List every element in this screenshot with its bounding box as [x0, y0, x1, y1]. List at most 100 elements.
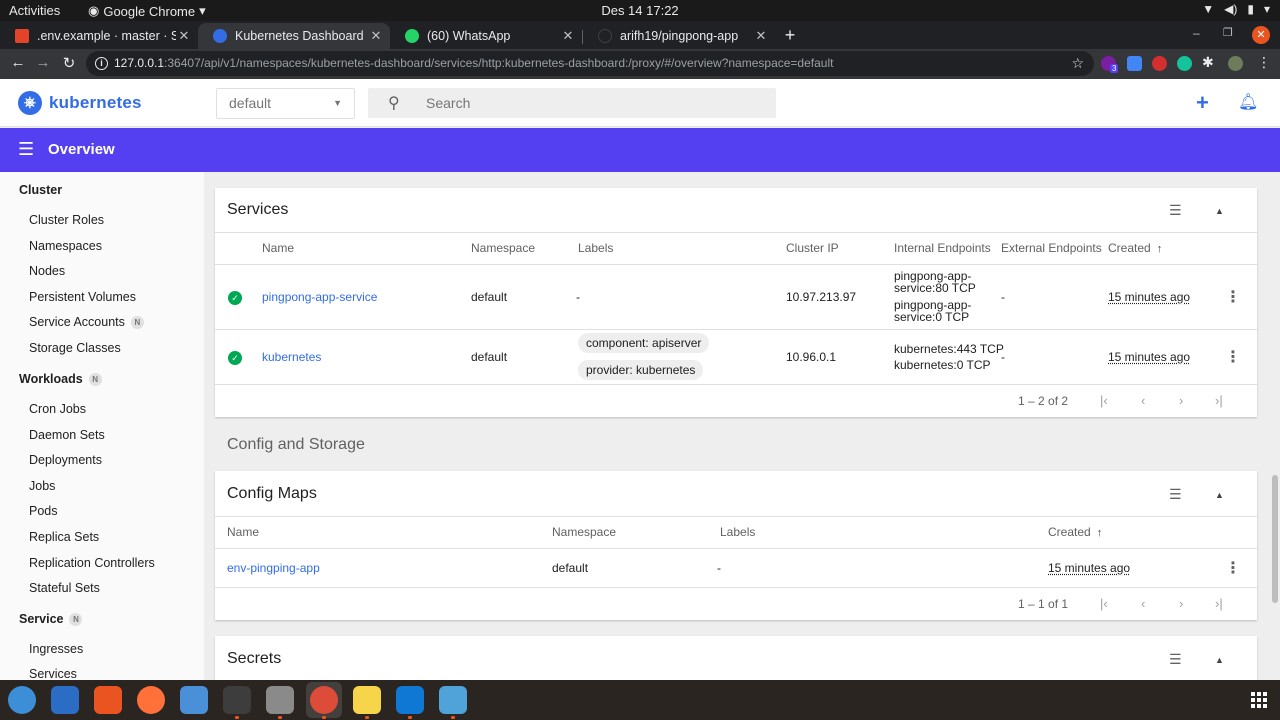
close-window-button[interactable]: ✕	[1252, 26, 1270, 44]
namespace-selector[interactable]: default ▼	[216, 88, 355, 119]
software-center-icon[interactable]	[94, 686, 122, 714]
close-tab-icon[interactable]: ✕	[176, 28, 192, 44]
site-info-icon[interactable]: i	[95, 57, 108, 70]
filter-icon[interactable]: ☰	[1169, 486, 1182, 503]
sidebar-item-services[interactable]: Services	[29, 667, 77, 680]
tab-gitlab[interactable]: .env.example · master · Sa ✕	[0, 23, 198, 49]
sidebar-item-namespaces[interactable]: Namespaces	[29, 239, 102, 253]
sidebar-section-service[interactable]: Service N	[19, 612, 83, 626]
volume-icon[interactable]: ◀)	[1224, 2, 1237, 16]
tab-kubernetes-dashboard[interactable]: Kubernetes Dashboard ✕	[198, 23, 390, 49]
first-page-icon[interactable]: |‹	[1100, 596, 1108, 611]
column-header-name[interactable]: Name	[227, 525, 259, 539]
sidebar-section-workloads[interactable]: Workloads N	[19, 372, 102, 386]
sidebar-item-jobs[interactable]: Jobs	[29, 479, 55, 493]
sidebar-item-persistent-volumes[interactable]: Persistent Volumes	[29, 290, 136, 304]
tab-github[interactable]: arifh19/pingpong-app ✕	[583, 23, 775, 49]
clock[interactable]: Des 14 17:22	[601, 3, 678, 18]
sidebar-item-cluster-roles[interactable]: Cluster Roles	[29, 213, 104, 227]
sidebar-item-stateful-sets[interactable]: Stateful Sets	[29, 581, 100, 595]
sidebar-item-cron-jobs[interactable]: Cron Jobs	[29, 402, 86, 416]
filter-icon[interactable]: ☰	[1169, 651, 1182, 668]
virtualbox-icon[interactable]	[439, 686, 467, 714]
next-page-icon[interactable]: ›	[1179, 393, 1183, 408]
create-resource-button[interactable]: +	[1196, 90, 1209, 116]
sidebar-item-nodes[interactable]: Nodes	[29, 264, 65, 278]
sidebar-section-cluster[interactable]: Cluster	[19, 183, 62, 197]
text-document-icon[interactable]	[51, 686, 79, 714]
search-input[interactable]	[426, 93, 756, 113]
tab-whatsapp[interactable]: (60) WhatsApp ✕	[390, 23, 582, 49]
row-actions-menu-icon[interactable]: ⋮	[1225, 558, 1241, 578]
bookmark-star-icon[interactable]: ☆	[1071, 51, 1084, 76]
sidebar-item-daemon-sets[interactable]: Daemon Sets	[29, 428, 105, 442]
notifications-bell-icon[interactable]: 🔔︎	[1238, 92, 1258, 112]
firefox-icon[interactable]	[137, 686, 165, 714]
files-icon[interactable]	[266, 686, 294, 714]
filter-icon[interactable]: ☰	[1169, 202, 1182, 219]
sidebar-item-storage-classes[interactable]: Storage Classes	[29, 341, 121, 355]
column-header-namespace[interactable]: Namespace	[471, 241, 535, 255]
hamburger-menu-icon[interactable]: ☰	[18, 139, 34, 160]
sidebar-item-ingresses[interactable]: Ingresses	[29, 642, 83, 656]
sidebar-item-pods[interactable]: Pods	[29, 504, 58, 518]
help-icon[interactable]	[8, 686, 36, 714]
previous-page-icon[interactable]: ‹	[1141, 393, 1145, 408]
sidebar-item-service-accounts[interactable]: Service Accounts N	[29, 315, 144, 329]
terminal-icon[interactable]	[223, 686, 251, 714]
app-menu[interactable]: ◉ Google Chrome ▾	[88, 3, 206, 19]
column-header-labels[interactable]: Labels	[720, 525, 755, 539]
text-editor-icon[interactable]	[180, 686, 208, 714]
extension-red-icon[interactable]	[1152, 56, 1167, 71]
last-page-icon[interactable]: ›|	[1215, 393, 1223, 408]
profile-avatar[interactable]	[1228, 56, 1243, 71]
close-tab-icon[interactable]: ✕	[368, 28, 384, 44]
back-arrow-icon[interactable]: ←	[8, 54, 28, 71]
column-header-cluster-ip[interactable]: Cluster IP	[786, 241, 839, 255]
column-header-namespace[interactable]: Namespace	[552, 525, 616, 539]
chrome-icon[interactable]	[310, 686, 338, 714]
row-actions-menu-icon[interactable]: ⋮	[1225, 287, 1241, 307]
config-map-name-link[interactable]: env-pingping-app	[227, 561, 320, 575]
column-header-created[interactable]: Created ↑	[1048, 525, 1102, 539]
previous-page-icon[interactable]: ‹	[1141, 596, 1145, 611]
minimize-window-icon[interactable]: –	[1193, 26, 1200, 40]
system-menu-arrow-icon[interactable]: ▾	[1264, 2, 1270, 16]
last-page-icon[interactable]: ›|	[1215, 596, 1223, 611]
address-bar[interactable]: i 127.0.0.1:36407/api/v1/namespaces/kube…	[86, 51, 1094, 76]
chrome-menu-icon[interactable]: ⋮	[1254, 54, 1274, 71]
first-page-icon[interactable]: |‹	[1100, 393, 1108, 408]
battery-icon[interactable]: ▮	[1247, 2, 1254, 16]
sidebar-item-replication-controllers[interactable]: Replication Controllers	[29, 556, 155, 570]
activities-button[interactable]: Activities	[9, 3, 60, 18]
show-applications-icon[interactable]	[1251, 692, 1267, 708]
sidebar-item-deployments[interactable]: Deployments	[29, 453, 102, 467]
column-header-name[interactable]: Name	[262, 241, 294, 255]
reload-icon[interactable]: ↻	[59, 54, 79, 72]
wifi-icon[interactable]: ▼	[1202, 2, 1214, 16]
close-tab-icon[interactable]: ✕	[560, 28, 576, 44]
service-name-link[interactable]: pingpong-app-service	[262, 290, 377, 304]
translate-extension-icon[interactable]	[1127, 56, 1142, 71]
grammarly-icon[interactable]	[1177, 56, 1192, 71]
extensions-puzzle-icon[interactable]: ✱	[1202, 54, 1217, 70]
collapse-arrow-icon[interactable]: ▲	[1215, 655, 1224, 665]
collapse-arrow-icon[interactable]: ▲	[1215, 206, 1224, 216]
page-scrollbar[interactable]	[1272, 475, 1278, 603]
next-page-icon[interactable]: ›	[1179, 596, 1183, 611]
restore-window-icon[interactable]: ❐	[1223, 26, 1233, 39]
close-tab-icon[interactable]: ✕	[753, 28, 769, 44]
collapse-arrow-icon[interactable]: ▲	[1215, 490, 1224, 500]
column-header-internal-endpoints[interactable]: Internal Endpoints	[894, 241, 991, 255]
vscode-icon[interactable]	[396, 686, 424, 714]
column-header-created[interactable]: Created ↑	[1108, 241, 1162, 255]
sticky-notes-icon[interactable]	[353, 686, 381, 714]
column-header-external-endpoints[interactable]: External Endpoints	[1001, 241, 1102, 255]
new-tab-button[interactable]: +	[781, 25, 799, 46]
sidebar-item-replica-sets[interactable]: Replica Sets	[29, 530, 99, 544]
row-actions-menu-icon[interactable]: ⋮	[1225, 347, 1241, 367]
service-name-link[interactable]: kubernetes	[262, 350, 321, 364]
forward-arrow-icon[interactable]: →	[33, 54, 53, 71]
kubernetes-logo[interactable]: ⎈ kubernetes	[18, 91, 142, 115]
column-header-labels[interactable]: Labels	[578, 241, 613, 255]
